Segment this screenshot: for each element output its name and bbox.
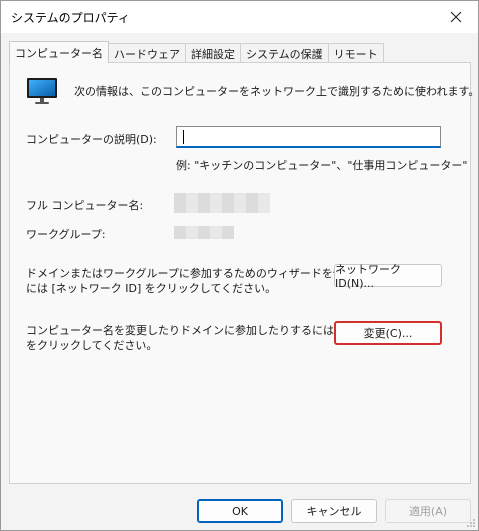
cancel-button[interactable]: キャンセル — [291, 499, 377, 523]
text-caret — [183, 130, 184, 144]
intro-text: 次の情報は、このコンピューターをネットワーク上で識別するために使われます。 — [74, 85, 479, 98]
network-id-text-line1: ドメインまたはワークグループに参加するためのウィザードを使用する — [26, 267, 377, 280]
workgroup-label: ワークグループ: — [26, 228, 106, 241]
tab-advanced[interactable]: 詳細設定 — [185, 43, 241, 63]
system-properties-window: システムのプロパティ コンピューター名 ハードウェア 詳細設定 システムの保護 … — [0, 0, 479, 531]
description-label: コンピューターの説明(D): — [26, 133, 157, 146]
description-input[interactable] — [176, 126, 441, 148]
tab-remote[interactable]: リモート — [327, 43, 384, 63]
tab-hardware[interactable]: ハードウェア — [108, 43, 186, 63]
tab-computer-name[interactable]: コンピューター名 — [9, 41, 109, 63]
computer-name-panel: 次の情報は、このコンピューターをネットワーク上で識別するために使われます。 コン… — [9, 62, 479, 484]
network-id-text-line2: には [ネットワーク ID] をクリックしてください。 — [26, 282, 277, 295]
ok-button[interactable]: OK — [197, 499, 283, 523]
close-icon — [450, 11, 462, 23]
change-text-line2: をクリックしてください。 — [26, 339, 158, 352]
resize-grip-icon[interactable] — [466, 518, 476, 528]
title-bar[interactable]: システムのプロパティ — [1, 1, 478, 33]
change-button[interactable]: 変更(C)... — [334, 321, 442, 345]
tab-strip: コンピューター名 ハードウェア 詳細設定 システムの保護 リモート — [9, 41, 384, 63]
close-button[interactable] — [434, 1, 478, 33]
window-title: システムのプロパティ — [11, 11, 130, 25]
full-name-value-redacted — [174, 193, 270, 213]
workgroup-value-redacted — [174, 226, 234, 239]
monitor-icon — [27, 78, 57, 104]
tab-system-protection[interactable]: システムの保護 — [240, 43, 329, 63]
apply-button[interactable]: 適用(A) — [385, 499, 471, 523]
full-name-label: フル コンピューター名: — [26, 199, 144, 212]
example-text: 例: "キッチンのコンピューター"、"仕事用コンピューター" — [176, 159, 468, 172]
network-id-button[interactable]: ネットワーク ID(N)... — [334, 263, 442, 290]
change-text-line1: コンピューター名を変更したりドメインに参加したりするには [変更] — [26, 324, 369, 337]
